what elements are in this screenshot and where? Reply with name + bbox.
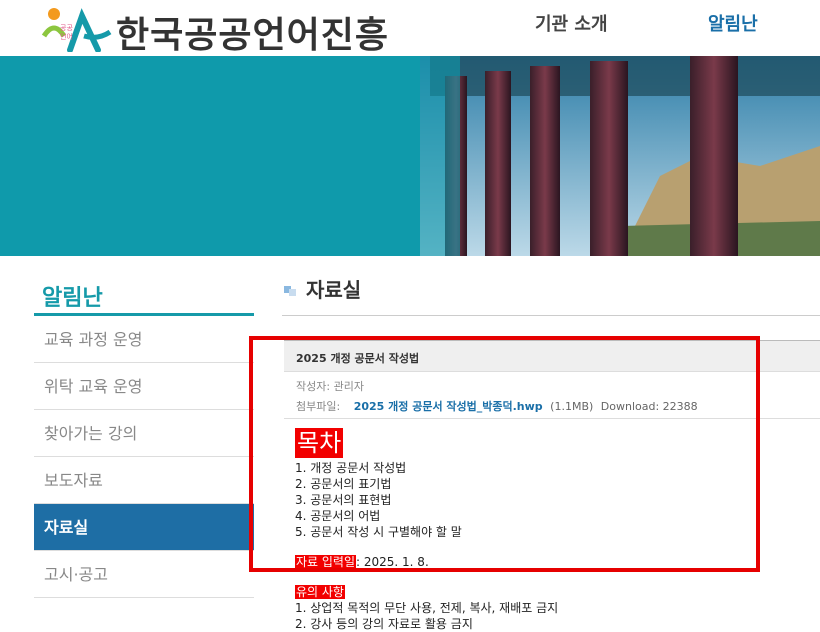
site-logo[interactable]: 공공 언어 한국공공언어진흥원 xyxy=(40,2,420,108)
upload-date-label: 자료 입력일 xyxy=(295,555,357,569)
nav-about[interactable]: 기관 소개 xyxy=(535,10,608,36)
sidebar-item-archive[interactable]: 자료실 xyxy=(34,504,254,551)
download-count: Download: 22388 xyxy=(600,400,698,413)
post-attachment: 첨부파일: 2025 개정 공문서 작성법_박종덕.hwp (1.1MB) Do… xyxy=(296,398,698,414)
toc-item: 4. 공문서의 어법 xyxy=(295,509,381,523)
site-header: 공공 언어 한국공공언어진흥원 기관 소개 알림난 xyxy=(0,0,820,108)
toc-item: 3. 공문서의 표현법 xyxy=(295,493,392,507)
notice-label: 유의 사항 xyxy=(295,585,345,599)
sidebar-item-commissioned[interactable]: 위탁 교육 운영 xyxy=(34,363,254,410)
notice-line: 유의 사항 xyxy=(295,584,558,600)
svg-text:공공: 공공 xyxy=(60,24,73,32)
sidebar: 알림난 교육 과정 운영 위탁 교육 운영 찾아가는 강의 보도자료 자료실 고… xyxy=(34,270,254,598)
attachment-label: 첨부파일: xyxy=(296,400,341,413)
attachment-size: (1.1MB) xyxy=(550,400,594,413)
toc-item: 2. 공문서의 표기법 xyxy=(295,477,392,491)
sidebar-item-education[interactable]: 교육 과정 운영 xyxy=(34,316,254,363)
sidebar-item-announcement[interactable]: 고시·공고 xyxy=(34,551,254,598)
nav-notice[interactable]: 알림난 xyxy=(708,10,758,36)
hero-banner xyxy=(0,56,820,256)
post-author: 작성자: 관리자 xyxy=(296,378,364,394)
author-value: 관리자 xyxy=(333,380,364,393)
sidebar-item-visiting-lecture[interactable]: 찾아가는 강의 xyxy=(34,410,254,457)
toc-item: 1. 개정 공문서 작성법 xyxy=(295,461,407,475)
post-body: 목차 1. 개정 공문서 작성법 2. 공문서의 표기법 3. 공문서의 표현법… xyxy=(295,428,558,632)
sidebar-item-press[interactable]: 보도자료 xyxy=(34,457,254,504)
notice-item: 2. 강사 등의 강의 자료로 활용 금지 xyxy=(295,617,473,631)
banner-image xyxy=(420,56,820,256)
logo-mark-icon: 공공 언어 xyxy=(41,8,112,52)
toc-heading: 목차 xyxy=(295,428,344,458)
attachment-link[interactable]: 2025 개정 공문서 작성법_박종덕.hwp xyxy=(354,400,543,413)
svg-text:언어: 언어 xyxy=(60,32,73,41)
toc-item: 5. 공문서 작성 시 구별해야 할 말 xyxy=(295,525,462,539)
upload-date-value: : 2025. 1. 8. xyxy=(356,555,429,569)
upload-date-line: 자료 입력일: 2025. 1. 8. xyxy=(295,554,558,570)
page-title: 자료실 xyxy=(282,270,820,316)
author-label: 작성자: xyxy=(296,380,331,393)
title-bullet-icon xyxy=(284,286,296,296)
post-subject: 2025 개정 공문서 작성법 xyxy=(284,340,820,372)
sidebar-title: 알림난 xyxy=(34,270,254,316)
divider xyxy=(284,418,820,419)
notice-item: 1. 상업적 목적의 무단 사용, 전제, 복사, 재배포 금지 xyxy=(295,601,559,615)
main-content: 자료실 2025 개정 공문서 작성법 작성자: 관리자 첨부파일: 2025 … xyxy=(282,270,820,631)
page-title-text: 자료실 xyxy=(306,278,362,302)
